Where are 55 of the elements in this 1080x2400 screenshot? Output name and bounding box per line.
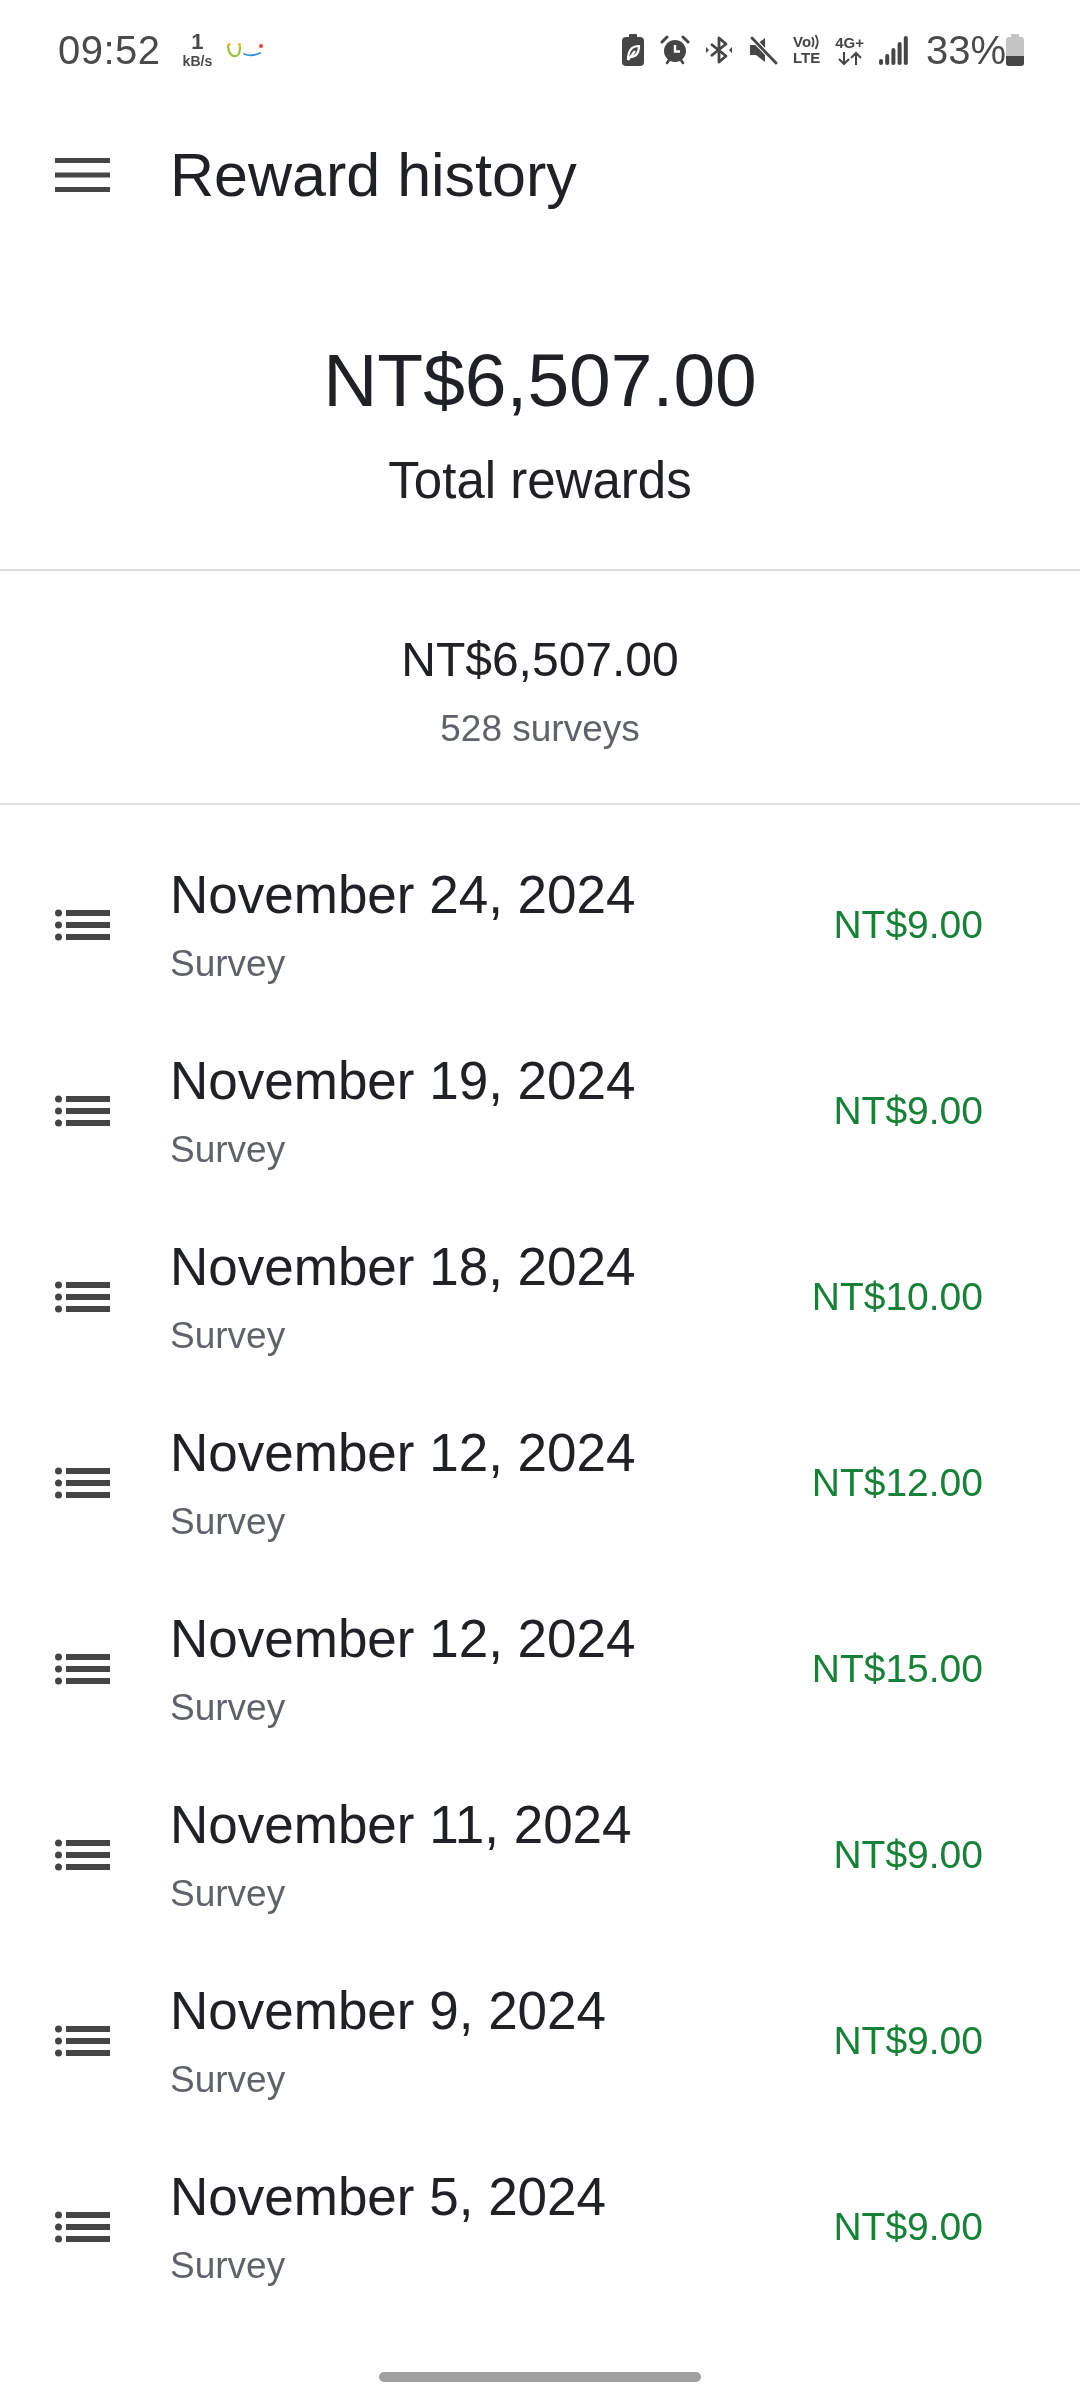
reward-type: Survey: [170, 2244, 286, 2288]
reward-amount: NT$9.00: [833, 2204, 983, 2250]
alarm-clock-icon: [659, 35, 690, 65]
reward-amount: NT$9.00: [833, 1088, 983, 1134]
total-label: Total rewards: [388, 451, 692, 511]
list-icon: [55, 1095, 110, 1127]
list-icon: [55, 909, 110, 941]
battery-icon: [1006, 34, 1024, 66]
reward-type: Survey: [170, 1500, 286, 1544]
data-speed-value: 1: [191, 31, 204, 53]
list-icon: [55, 1281, 110, 1313]
list-icon: [55, 2211, 110, 2243]
reward-amount: NT$12.00: [811, 1460, 983, 1506]
reward-type: Survey: [170, 2058, 286, 2102]
signal-bars-icon: [878, 35, 909, 65]
list-icon: [55, 1839, 110, 1871]
clock-text: 09:52: [58, 27, 161, 74]
reward-type: Survey: [170, 1686, 286, 1730]
reward-date: November 9, 2024: [170, 1980, 607, 2042]
network-type-label: 4G+: [835, 34, 864, 51]
page-title: Reward history: [170, 140, 577, 211]
list-icon: [55, 1653, 110, 1685]
data-speed-unit: kB/s: [182, 53, 213, 69]
reward-type: Survey: [170, 1872, 286, 1916]
summary-amount: NT$6,507.00: [401, 632, 679, 688]
lte-label: LTE: [792, 50, 821, 66]
bluetooth-icon: [704, 35, 733, 65]
reward-amount: NT$9.00: [833, 1832, 983, 1878]
muted-speaker-icon: [747, 35, 778, 65]
sound-waves-icon: [811, 34, 821, 50]
menu-icon: [55, 155, 110, 195]
reward-amount: NT$15.00: [811, 1646, 983, 1692]
list-icon: [55, 2025, 110, 2057]
battery-percent: 33%: [925, 27, 1006, 74]
reward-date: November 12, 2024: [170, 1422, 636, 1484]
total-amount: NT$6,507.00: [323, 337, 757, 424]
reward-amount: NT$9.00: [833, 2018, 983, 2064]
reward-amount: NT$9.00: [833, 902, 983, 948]
survey-count: 528 surveys: [440, 707, 640, 751]
reward-date: November 11, 2024: [170, 1794, 632, 1856]
battery-leaf-icon: [620, 34, 645, 66]
list-icon: [55, 1467, 110, 1499]
reward-type: Survey: [170, 942, 286, 986]
reward-type: Survey: [170, 1128, 286, 1172]
menu-button[interactable]: [55, 155, 110, 195]
smiley-logo-icon: [226, 42, 265, 58]
reward-date: November 19, 2024: [170, 1050, 636, 1112]
reward-type: Survey: [170, 1314, 286, 1358]
reward-date: November 5, 2024: [170, 2166, 607, 2228]
reward-amount: NT$10.00: [811, 1274, 983, 1320]
reward-date: November 12, 2024: [170, 1608, 636, 1670]
volte-label: Vo: [793, 34, 812, 50]
reward-date: November 18, 2024: [170, 1236, 636, 1298]
reward-date: November 24, 2024: [170, 864, 636, 926]
up-down-arrows-icon: [836, 50, 863, 66]
